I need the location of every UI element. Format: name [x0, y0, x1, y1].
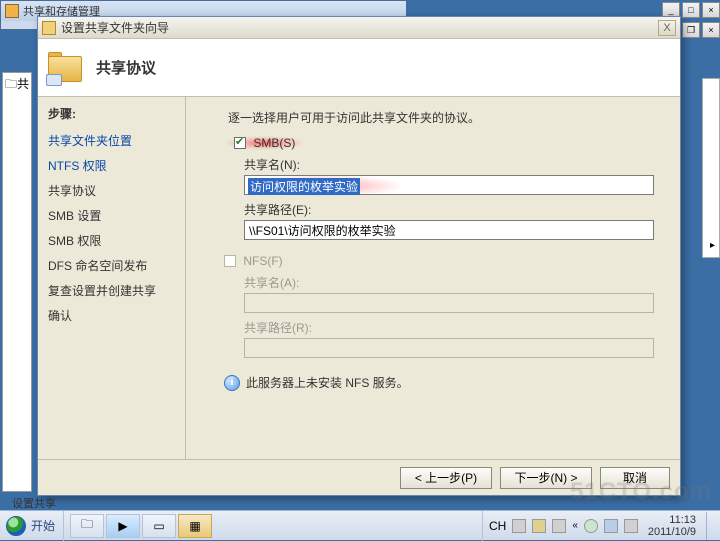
- clock-time: 11:13: [648, 514, 696, 526]
- taskbar-share-mgmt-button[interactable]: ▦: [178, 514, 212, 538]
- system-tray[interactable]: CH « 11:13 2011/10/9: [482, 511, 720, 541]
- bg-app-icon: [5, 4, 19, 18]
- smb-path-label: 共享路径(E):: [244, 201, 666, 218]
- ime-indicator[interactable]: CH: [489, 519, 506, 533]
- tray-flag-icon[interactable]: [604, 519, 618, 533]
- bg-maximize-button[interactable]: □: [682, 2, 700, 18]
- nfs-checkbox-label: NFS(F): [243, 254, 282, 268]
- tray-volume-icon[interactable]: [624, 519, 638, 533]
- tray-help-icon[interactable]: [532, 519, 546, 533]
- wizard-titlebar[interactable]: 设置共享文件夹向导 X: [38, 17, 680, 39]
- wizard-steps-panel: 步骤: 共享文件夹位置 NTFS 权限 共享协议 SMB 设置 SMB 权限 D…: [38, 97, 186, 459]
- step-smb-permissions[interactable]: SMB 权限: [48, 228, 175, 253]
- nfs-checkbox: [224, 255, 236, 267]
- tray-network-icon[interactable]: [584, 519, 598, 533]
- tray-chevron-icon[interactable]: «: [572, 520, 578, 531]
- folder-share-icon: [48, 52, 86, 84]
- tray-keyboard-icon[interactable]: [512, 519, 526, 533]
- nfs-path-input: [244, 338, 654, 358]
- step-folder-location[interactable]: 共享文件夹位置: [48, 128, 175, 153]
- intro-text: 逐一选择用户可用于访问此共享文件夹的协议。: [228, 109, 666, 126]
- clock-date: 2011/10/9: [648, 526, 696, 538]
- smb-path-input[interactable]: [244, 220, 654, 240]
- smb-checkbox-label: SMB(S): [253, 136, 295, 150]
- wizard-close-button[interactable]: X: [658, 20, 676, 36]
- bg-inner-close-button[interactable]: ×: [702, 22, 720, 38]
- wizard-form-area: 逐一选择用户可用于访问此共享文件夹的协议。 SMB(S) 共享名(N): 访问权…: [186, 97, 680, 459]
- taskbar-server-manager-button[interactable]: ▭: [142, 514, 176, 538]
- wizard-header: 共享协议: [38, 39, 680, 97]
- bg-action-pane: ▸: [702, 78, 720, 258]
- taskbar-powershell-button[interactable]: ▶: [106, 514, 140, 538]
- bg-close-button[interactable]: ×: [702, 2, 720, 18]
- step-ntfs-permissions[interactable]: NTFS 权限: [48, 153, 175, 178]
- bg-tree-panel: 🗀共: [2, 72, 32, 492]
- prev-button[interactable]: < 上一步(P): [400, 467, 492, 489]
- tray-tool-icon[interactable]: [552, 519, 566, 533]
- wizard-page-title: 共享协议: [96, 57, 156, 78]
- smb-checkbox[interactable]: [234, 137, 246, 149]
- taskbar-clock[interactable]: 11:13 2011/10/9: [644, 514, 700, 538]
- bg-inner-restore-button[interactable]: ❐: [682, 22, 700, 38]
- watermark: 51CTO.com: [570, 478, 712, 506]
- taskbar-explorer-button[interactable]: 🗀: [70, 514, 104, 538]
- start-button[interactable]: 开始: [0, 511, 64, 541]
- taskbar[interactable]: 开始 🗀 ▶ ▭ ▦ CH « 11:13 2011/10/9: [0, 510, 720, 540]
- step-share-protocol[interactable]: 共享协议: [48, 178, 175, 203]
- step-confirm[interactable]: 确认: [48, 303, 175, 328]
- step-smb-settings[interactable]: SMB 设置: [48, 203, 175, 228]
- info-text: 此服务器上未安装 NFS 服务。: [246, 374, 409, 391]
- nfs-name-input: [244, 293, 654, 313]
- wizard-title-icon: [42, 21, 56, 35]
- step-dfs-namespace[interactable]: DFS 命名空间发布: [48, 253, 175, 278]
- steps-heading: 步骤:: [48, 105, 175, 122]
- nfs-name-label: 共享名(A):: [244, 274, 666, 291]
- smb-name-label: 共享名(N):: [244, 156, 666, 173]
- info-icon: i: [224, 375, 240, 391]
- nfs-path-label: 共享路径(R):: [244, 319, 666, 336]
- start-orb-icon: [6, 516, 26, 536]
- start-label: 开始: [31, 517, 55, 534]
- show-desktop-button[interactable]: [706, 512, 714, 540]
- share-wizard-dialog: 设置共享文件夹向导 X 共享协议 步骤: 共享文件夹位置 NTFS 权限 共享协…: [37, 16, 681, 496]
- wizard-title-text: 设置共享文件夹向导: [61, 19, 658, 36]
- step-review-create[interactable]: 复查设置并创建共享: [48, 278, 175, 303]
- smb-name-selected-text: 访问权限的枚举实验: [248, 178, 360, 195]
